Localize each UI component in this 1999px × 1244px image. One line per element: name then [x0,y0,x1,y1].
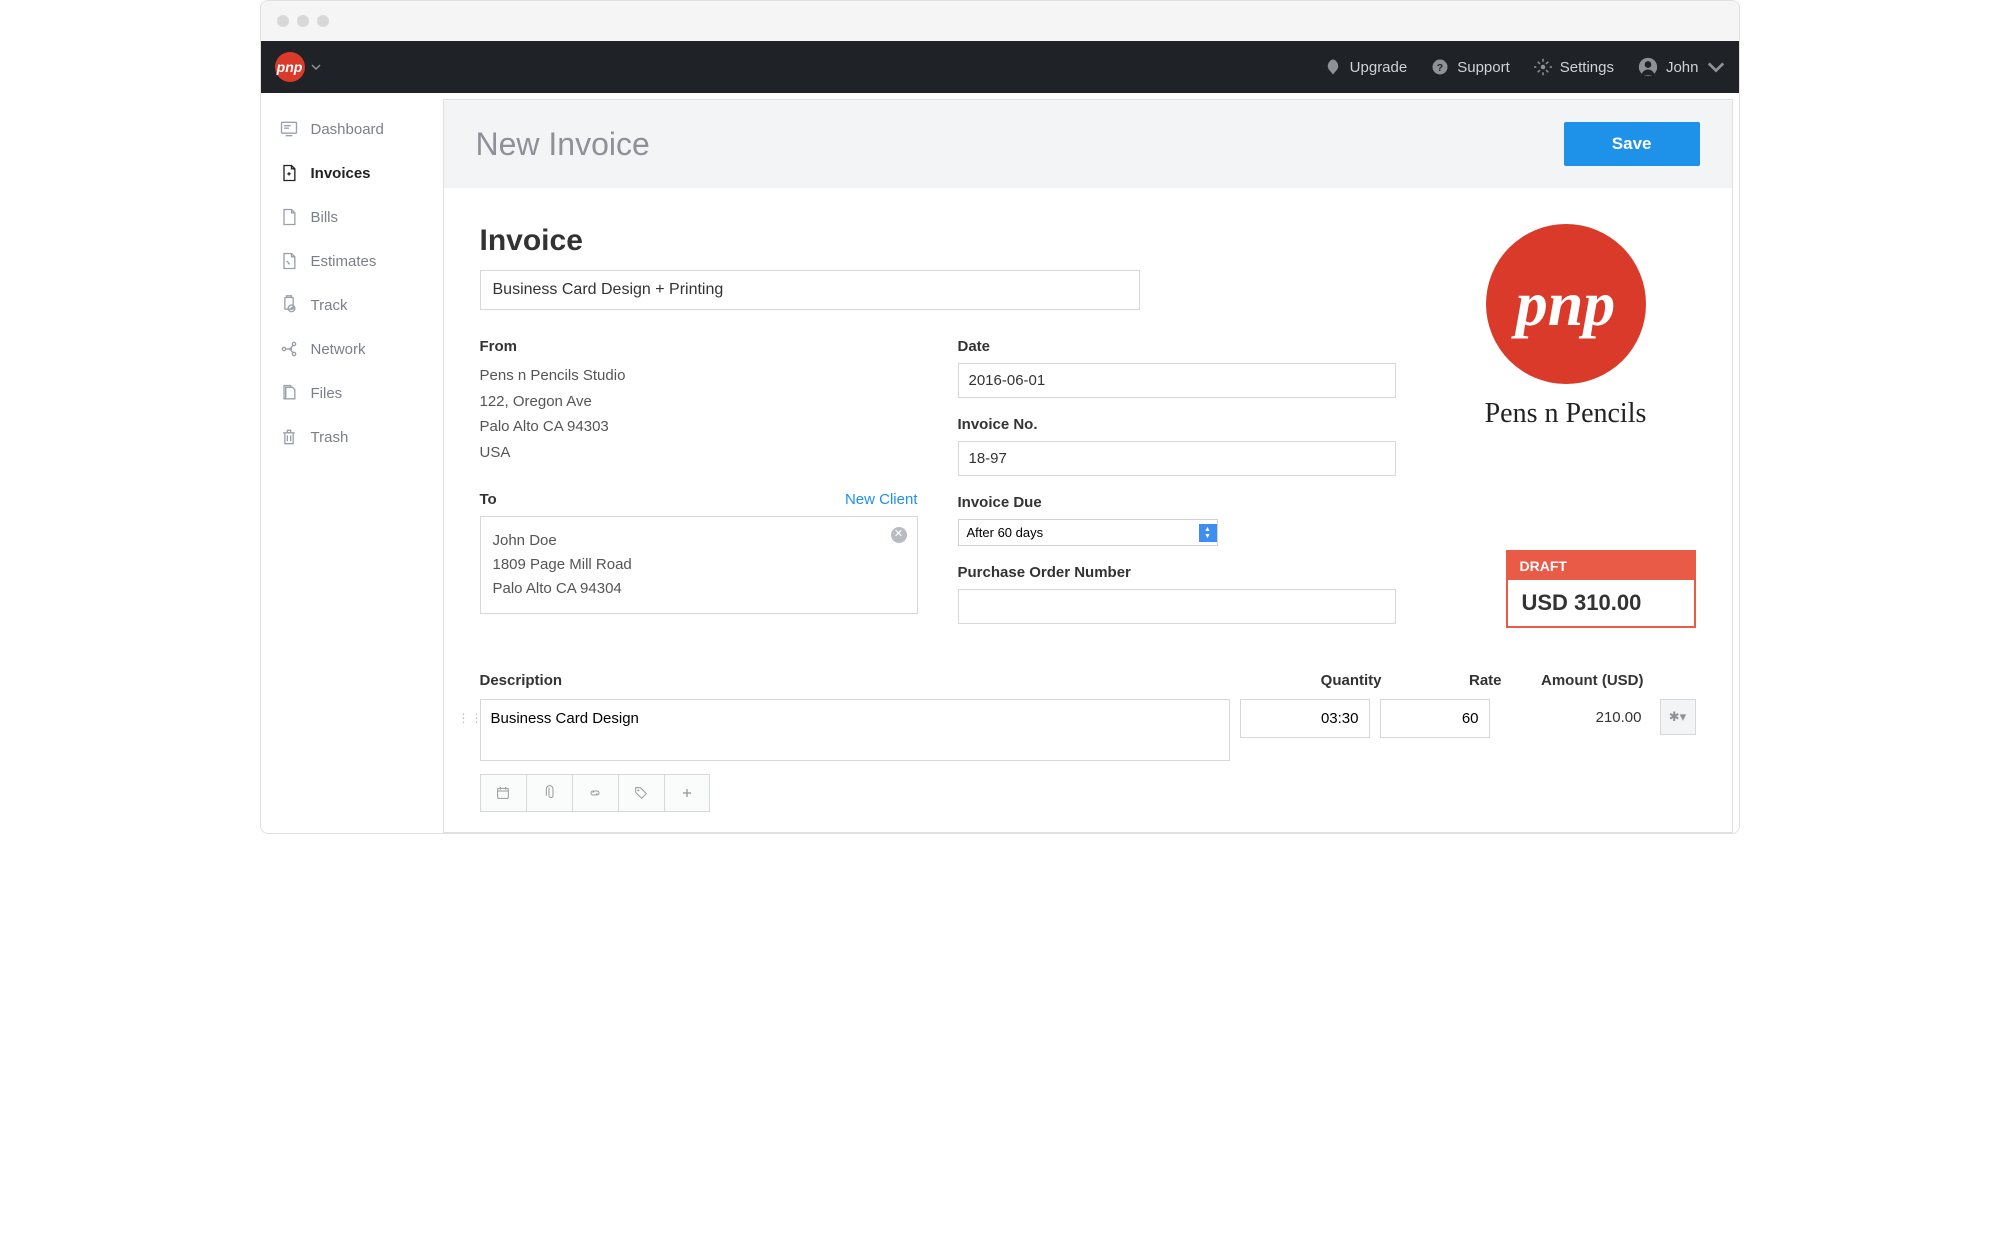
sidebar-item-trash[interactable]: Trash [261,415,437,459]
line-item-gear-button[interactable]: ✱▾ [1660,699,1696,735]
files-icon [279,383,299,403]
to-line: 1809 Page Mill Road [493,553,905,577]
col-quantity: Quantity [1242,672,1382,689]
invoice-due-select[interactable]: After 60 days ▲▼ [958,519,1218,546]
line-item-row: ⋮⋮ 210.00 ✱▾ [480,699,1696,812]
rocket-icon [1324,58,1342,76]
user-name: John [1666,59,1699,76]
attachment-icon[interactable] [526,774,572,812]
bill-icon [279,207,299,227]
from-line: Pens n Pencils Studio [480,363,918,389]
to-label: To [480,491,497,508]
sidebar-item-label: Trash [311,429,349,446]
from-line: 122, Oregon Ave [480,389,918,415]
invoice-due-label: Invoice Due [958,494,1396,511]
line-items-header: Description Quantity Rate Amount (USD) [480,662,1696,699]
to-line: Palo Alto CA 94304 [493,577,905,601]
support-label: Support [1457,59,1510,76]
link-icon[interactable] [572,774,618,812]
select-arrows-icon: ▲▼ [1199,524,1217,542]
from-line: Palo Alto CA 94303 [480,414,918,440]
trash-icon [279,427,299,447]
invoice-heading: Invoice [480,224,1396,258]
sidebar-item-label: Track [311,297,348,314]
chevron-down-icon[interactable] [311,62,321,72]
line-item-description-input[interactable] [480,699,1230,761]
sidebar-item-bills[interactable]: Bills [261,195,437,239]
line-item-quantity-input[interactable] [1240,699,1370,738]
svg-text:?: ? [1437,62,1443,74]
col-description: Description [480,672,1242,689]
company-name: Pens n Pencils [1436,398,1696,430]
from-line: USA [480,440,918,466]
avatar-icon [1638,57,1658,77]
line-item-amount: 210.00 [1500,699,1650,726]
from-label: From [480,338,918,355]
sidebar-item-label: Bills [311,209,339,226]
estimate-icon [279,251,299,271]
sidebar-item-label: Dashboard [311,121,384,138]
support-link[interactable]: ? Support [1431,58,1510,76]
invoice-due-value: After 60 days [959,520,1199,545]
settings-link[interactable]: Settings [1534,58,1614,76]
tag-icon[interactable] [618,774,664,812]
sidebar-item-dashboard[interactable]: Dashboard [261,107,437,151]
to-line: John Doe [493,529,905,553]
invoice-title-input[interactable] [480,270,1140,310]
window-dot [297,15,309,27]
sidebar-item-files[interactable]: Files [261,371,437,415]
drag-handle-icon[interactable]: ⋮⋮ [458,711,484,725]
col-amount: Amount (USD) [1502,672,1652,689]
app-logo[interactable]: pnp [275,52,305,82]
sidebar-item-label: Network [311,341,366,358]
save-button[interactable]: Save [1564,122,1700,166]
sidebar-item-label: Invoices [311,165,371,182]
total-box: DRAFT USD 310.00 [1506,550,1696,628]
upgrade-label: Upgrade [1350,59,1408,76]
user-menu[interactable]: John [1638,57,1725,77]
settings-label: Settings [1560,59,1614,76]
main-header: New Invoice Save [444,100,1732,188]
from-address: Pens n Pencils Studio 122, Oregon Ave Pa… [480,363,918,465]
sidebar-item-label: Files [311,385,343,402]
add-icon[interactable] [664,774,710,812]
status-badge: DRAFT [1508,552,1694,580]
company-logo: pnp [1486,224,1646,384]
po-label: Purchase Order Number [958,564,1396,581]
upgrade-link[interactable]: Upgrade [1324,58,1408,76]
date-input[interactable] [958,363,1396,398]
chevron-down-icon [1707,58,1725,76]
sidebar-item-estimates[interactable]: Estimates [261,239,437,283]
window-dot [317,15,329,27]
main-panel: New Invoice Save Invoice From Pens n Pen… [443,99,1733,833]
dashboard-icon [279,119,299,139]
track-icon [279,295,299,315]
total-amount: USD 310.00 [1508,580,1694,626]
browser-chrome [261,1,1739,41]
sidebar-item-label: Estimates [311,253,377,270]
new-client-link[interactable]: New Client [845,491,918,508]
clear-client-icon[interactable]: ✕ [891,527,907,543]
topbar: pnp Upgrade ? Support Settings John [261,41,1739,93]
line-item-toolbar [480,774,1230,812]
invoice-number-label: Invoice No. [958,416,1396,433]
help-icon: ? [1431,58,1449,76]
col-rate: Rate [1382,672,1502,689]
sidebar-item-network[interactable]: Network [261,327,437,371]
gear-icon [1534,58,1552,76]
network-icon [279,339,299,359]
invoice-number-input[interactable] [958,441,1396,476]
po-input[interactable] [958,589,1396,624]
sidebar: Dashboard Invoices Bills Estimates Track… [261,93,437,833]
calendar-icon[interactable] [480,774,526,812]
date-label: Date [958,338,1396,355]
to-address-box[interactable]: ✕ John Doe 1809 Page Mill Road Palo Alto… [480,516,918,614]
sidebar-item-track[interactable]: Track [261,283,437,327]
line-item-rate-input[interactable] [1380,699,1490,738]
sidebar-item-invoices[interactable]: Invoices [261,151,437,195]
page-title: New Invoice [476,126,650,163]
logo-text: pnp [1516,267,1616,341]
invoice-icon [279,163,299,183]
window-dot [277,15,289,27]
